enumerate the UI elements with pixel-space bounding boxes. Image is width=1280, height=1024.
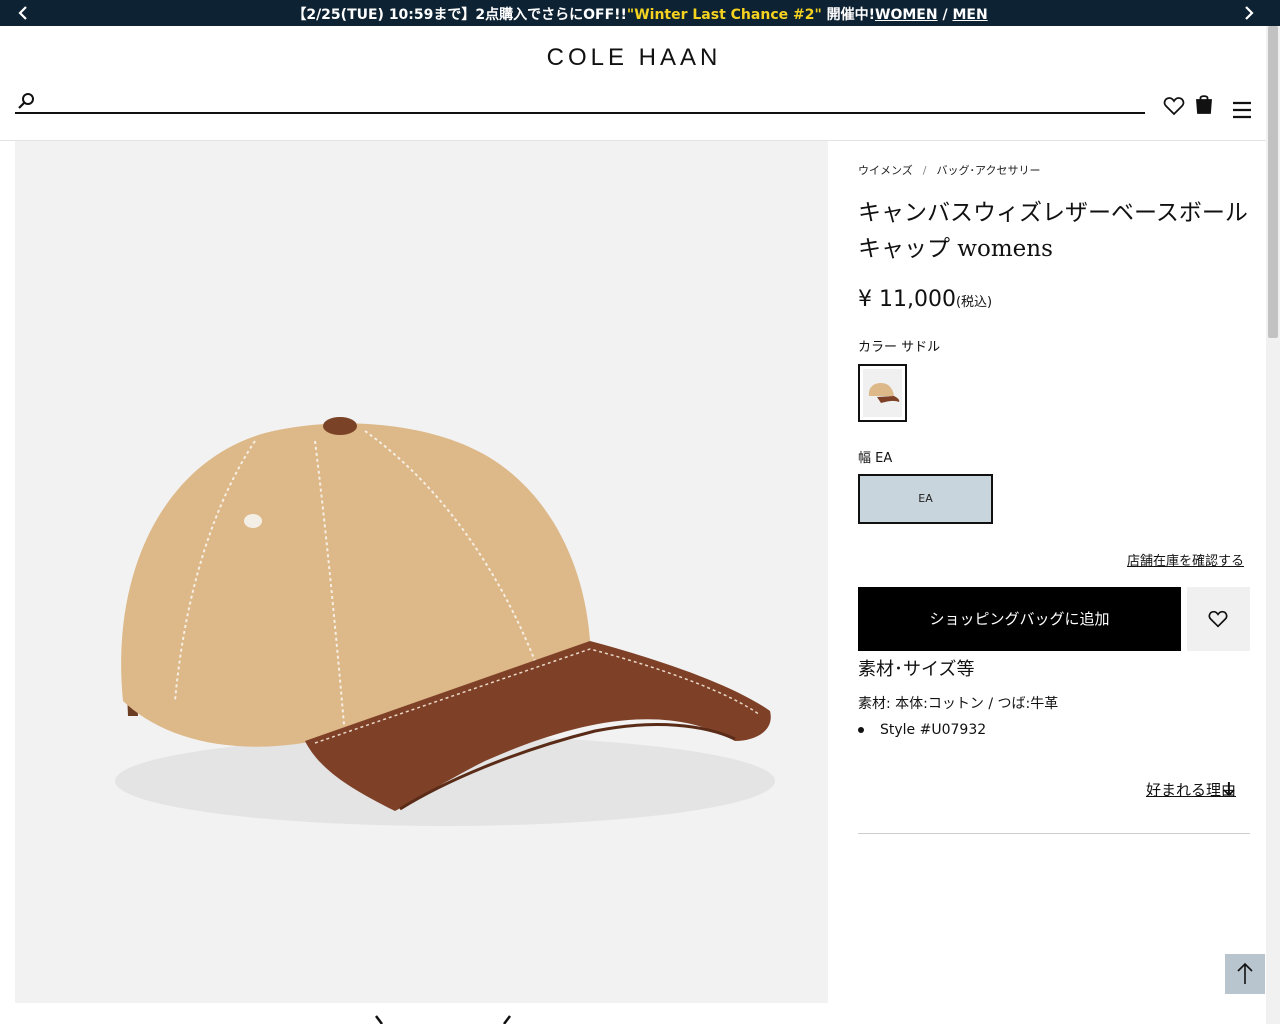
promo-highlight: "Winter Last Chance #2"	[626, 7, 822, 23]
swatch-thumbnail	[868, 383, 900, 403]
hamburger-menu-icon[interactable]	[1230, 98, 1254, 122]
cap-illustration	[115, 417, 775, 826]
promo-suffix: 開催中!	[821, 7, 876, 23]
style-number: Style #U07932	[880, 722, 987, 738]
back-to-top-button[interactable]	[1225, 954, 1265, 994]
price-tax-note: (税込)	[955, 295, 993, 310]
width-option-ea[interactable]: EA	[858, 474, 993, 524]
page-scrollbar[interactable]	[1266, 26, 1280, 1024]
color-label: カラー サドル	[858, 340, 941, 355]
product-image[interactable]	[15, 141, 828, 1003]
section-divider	[858, 833, 1250, 834]
product-title: キャンバスウィズレザーベースボールキャップ womens	[858, 200, 1248, 262]
materials-heading: 素材･サイズ等	[858, 659, 975, 680]
breadcrumb: ウイメンズ / バッグ･アクセサリー	[858, 162, 1040, 178]
product-price: ¥ 11,000(税込)	[858, 287, 992, 312]
breadcrumb-item-bags-accessories[interactable]: バッグ･アクセサリー	[937, 164, 1041, 177]
promo-link-women[interactable]: WOMEN	[875, 7, 938, 23]
add-to-bag-button[interactable]: ショッピングバッグに追加	[858, 587, 1181, 651]
heart-icon	[1208, 610, 1228, 628]
promo-bar: 【2/25(TUE) 10:59まで】2点購入でさらにOFF!!"Winter …	[0, 0, 1280, 26]
shopping-bag-icon[interactable]	[1192, 92, 1216, 116]
promo-prefix: 【2/25(TUE) 10:59まで】2点購入でさらにOFF!!	[292, 7, 627, 23]
breadcrumb-item-womens[interactable]: ウイメンズ	[858, 164, 913, 177]
chevron-right-icon[interactable]	[1240, 4, 1258, 22]
add-to-wishlist-button[interactable]	[1187, 587, 1250, 651]
bullet-icon	[858, 727, 864, 733]
heart-icon[interactable]	[1162, 94, 1186, 118]
scrollbar-thumb[interactable]	[1268, 26, 1278, 338]
arrow-up-icon	[1237, 962, 1253, 984]
gallery-next-icon[interactable]	[500, 1012, 516, 1024]
price-value: ¥ 11,000	[858, 287, 956, 312]
width-label: 幅 EA	[858, 451, 893, 466]
style-number-item: Style #U07932	[858, 722, 986, 738]
search-input[interactable]	[45, 92, 1135, 112]
brand-logo[interactable]: COLE HAAN	[0, 44, 1268, 72]
search-bar[interactable]	[15, 92, 1145, 114]
promo-message: 【2/25(TUE) 10:59まで】2点購入でさらにOFF!!"Winter …	[0, 4, 1280, 24]
arrow-down-icon[interactable]	[1222, 780, 1236, 798]
breadcrumb-separator: /	[922, 164, 927, 177]
reasons-link[interactable]: 好まれる理由	[1060, 779, 1236, 800]
gallery-prev-icon[interactable]	[370, 1012, 386, 1024]
materials-text: 素材: 本体:コットン / つば:牛革	[858, 696, 1059, 712]
check-store-stock-link[interactable]: 店舗在庫を確認する	[1060, 550, 1244, 569]
color-swatch-saddle[interactable]	[858, 364, 907, 422]
promo-separator: /	[937, 7, 953, 23]
search-icon[interactable]	[17, 92, 35, 110]
promo-link-men[interactable]: MEN	[952, 7, 987, 23]
